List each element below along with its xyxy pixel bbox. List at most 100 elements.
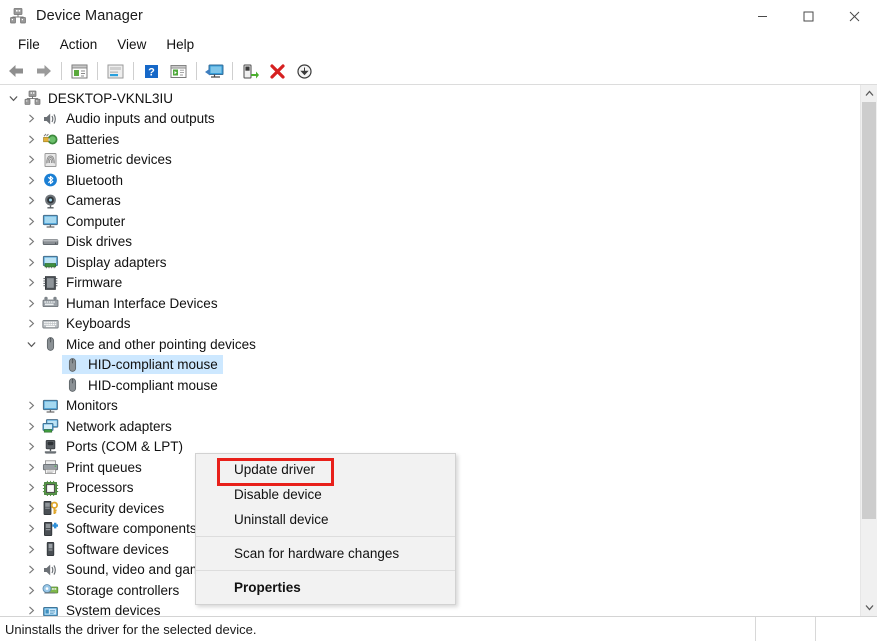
tree-item-content[interactable]: Audio inputs and outputs (40, 109, 220, 128)
tree-item[interactable]: Firmware (0, 273, 860, 294)
close-button[interactable] (831, 0, 877, 32)
chevron-right-icon[interactable] (22, 196, 40, 205)
tree-item-content[interactable]: HID-compliant mouse (62, 355, 223, 375)
status-bar-text: Uninstalls the driver for the selected d… (5, 621, 257, 637)
chevron-right-icon[interactable] (22, 422, 40, 431)
tree-item-content[interactable]: Monitors (40, 396, 123, 415)
chevron-right-icon[interactable] (22, 155, 40, 164)
context-menu-item[interactable]: Uninstall device (196, 507, 455, 532)
chevron-right-icon[interactable] (22, 442, 40, 451)
disable-device-icon[interactable] (291, 59, 318, 83)
forward-icon[interactable] (30, 59, 57, 83)
chevron-right-icon[interactable] (22, 135, 40, 144)
chevron-right-icon[interactable] (22, 586, 40, 595)
show-hidden-devices-icon[interactable] (165, 59, 192, 83)
tree-item[interactable]: Audio inputs and outputs (0, 109, 860, 130)
chevron-right-icon[interactable] (22, 319, 40, 328)
tree-item[interactable]: HID-compliant mouse (0, 355, 860, 376)
help-icon[interactable]: ? (138, 59, 165, 83)
tree-item[interactable]: Keyboards (0, 314, 860, 335)
chevron-right-icon[interactable] (22, 114, 40, 123)
context-menu-item[interactable]: Scan for hardware changes (196, 541, 455, 566)
tree-item[interactable]: Bluetooth (0, 170, 860, 191)
tree-item-label: Monitors (66, 398, 118, 414)
minimize-button[interactable] (739, 0, 785, 32)
tree-item[interactable]: Cameras (0, 191, 860, 212)
vertical-scrollbar[interactable] (860, 85, 877, 616)
status-bar: Uninstalls the driver for the selected d… (0, 617, 877, 641)
tree-item-content[interactable]: Processors (40, 478, 139, 497)
chevron-right-icon[interactable] (22, 176, 40, 185)
device-manager-window: Device Manager File Action View Help ? D… (0, 0, 877, 641)
scroll-up-icon[interactable] (861, 85, 877, 102)
chevron-right-icon[interactable] (22, 483, 40, 492)
tree-item[interactable]: Monitors (0, 396, 860, 417)
chevron-right-icon[interactable] (22, 565, 40, 574)
chevron-right-icon[interactable] (22, 524, 40, 533)
tree-item[interactable]: Human Interface Devices (0, 293, 860, 314)
context-menu-item[interactable]: Disable device (196, 482, 455, 507)
chevron-right-icon[interactable] (22, 606, 40, 615)
menu-view[interactable]: View (107, 34, 156, 56)
tree-item[interactable]: Network adapters (0, 416, 860, 437)
tree-item-content[interactable]: Print queues (40, 458, 147, 477)
menu-help[interactable]: Help (156, 34, 204, 56)
chevron-right-icon[interactable] (22, 278, 40, 287)
tree-item-content[interactable]: Storage controllers (40, 581, 184, 600)
tree-item-content[interactable]: Disk drives (40, 232, 137, 251)
tree-item-content[interactable]: Batteries (40, 130, 124, 149)
menu-action[interactable]: Action (50, 34, 108, 56)
tree-item-content[interactable]: Biometric devices (40, 150, 177, 169)
properties-icon[interactable] (66, 59, 93, 83)
chevron-down-icon[interactable] (22, 340, 40, 349)
tree-item-content[interactable]: Software components (40, 519, 202, 538)
back-icon[interactable] (3, 59, 30, 83)
enable-device-icon[interactable] (237, 59, 264, 83)
uninstall-device-icon[interactable] (264, 59, 291, 83)
tree-item-content[interactable]: Computer (40, 212, 130, 231)
tree-item-content[interactable]: Display adapters (40, 253, 172, 272)
scrollbar-track[interactable] (861, 102, 877, 599)
scan-hardware-changes-icon[interactable] (201, 59, 228, 83)
context-menu-item[interactable]: Properties (196, 575, 455, 600)
tree-item-content[interactable]: DESKTOP-VKNL3IU (22, 89, 178, 108)
scrollbar-thumb[interactable] (862, 102, 876, 520)
tree-item-content[interactable]: Ports (COM & LPT) (40, 437, 188, 456)
chevron-down-icon[interactable] (4, 94, 22, 103)
maximize-button[interactable] (785, 0, 831, 32)
update-driver-icon[interactable] (102, 59, 129, 83)
menu-file[interactable]: File (8, 34, 50, 56)
tree-item-content[interactable]: Firmware (40, 273, 127, 292)
tree-item-content[interactable]: Security devices (40, 499, 169, 518)
tree-item-content[interactable]: Network adapters (40, 417, 177, 436)
tree-item-content[interactable]: Human Interface Devices (40, 294, 223, 313)
tree-item[interactable]: Batteries (0, 129, 860, 150)
tree-item-content[interactable]: Software devices (40, 540, 174, 559)
tree-item-content[interactable]: Cameras (40, 191, 126, 210)
tree-item[interactable]: Mice and other pointing devices (0, 334, 860, 355)
tree-item[interactable]: Biometric devices (0, 150, 860, 171)
chevron-right-icon[interactable] (22, 237, 40, 246)
chevron-right-icon[interactable] (22, 258, 40, 267)
tree-item[interactable]: Computer (0, 211, 860, 232)
context-menu-item[interactable]: Update driver (196, 457, 455, 482)
scroll-down-icon[interactable] (861, 599, 877, 616)
chevron-right-icon[interactable] (22, 504, 40, 513)
tree-item-content[interactable]: Bluetooth (40, 171, 128, 190)
chevron-right-icon[interactable] (22, 463, 40, 472)
chevron-right-icon[interactable] (22, 299, 40, 308)
tree-item-content[interactable]: Keyboards (40, 314, 136, 333)
tree-item[interactable]: Display adapters (0, 252, 860, 273)
context-menu[interactable]: Update driver Disable device Uninstall dev… (195, 453, 456, 605)
chevron-right-icon[interactable] (22, 545, 40, 554)
tree-item[interactable]: Disk drives (0, 232, 860, 253)
tree-item-content[interactable]: System devices (40, 601, 166, 616)
chevron-right-icon[interactable] (22, 217, 40, 226)
tree-item-label: Ports (COM & LPT) (66, 439, 184, 455)
chevron-right-icon[interactable] (22, 401, 40, 410)
tree-item-content[interactable]: HID-compliant mouse (62, 376, 223, 395)
tree-item[interactable]: HID-compliant mouse (0, 375, 860, 396)
tree-item[interactable]: DESKTOP-VKNL3IU (0, 88, 860, 109)
tree-item-content[interactable]: Mice and other pointing devices (40, 335, 261, 354)
tree-item-label: Firmware (66, 275, 123, 291)
